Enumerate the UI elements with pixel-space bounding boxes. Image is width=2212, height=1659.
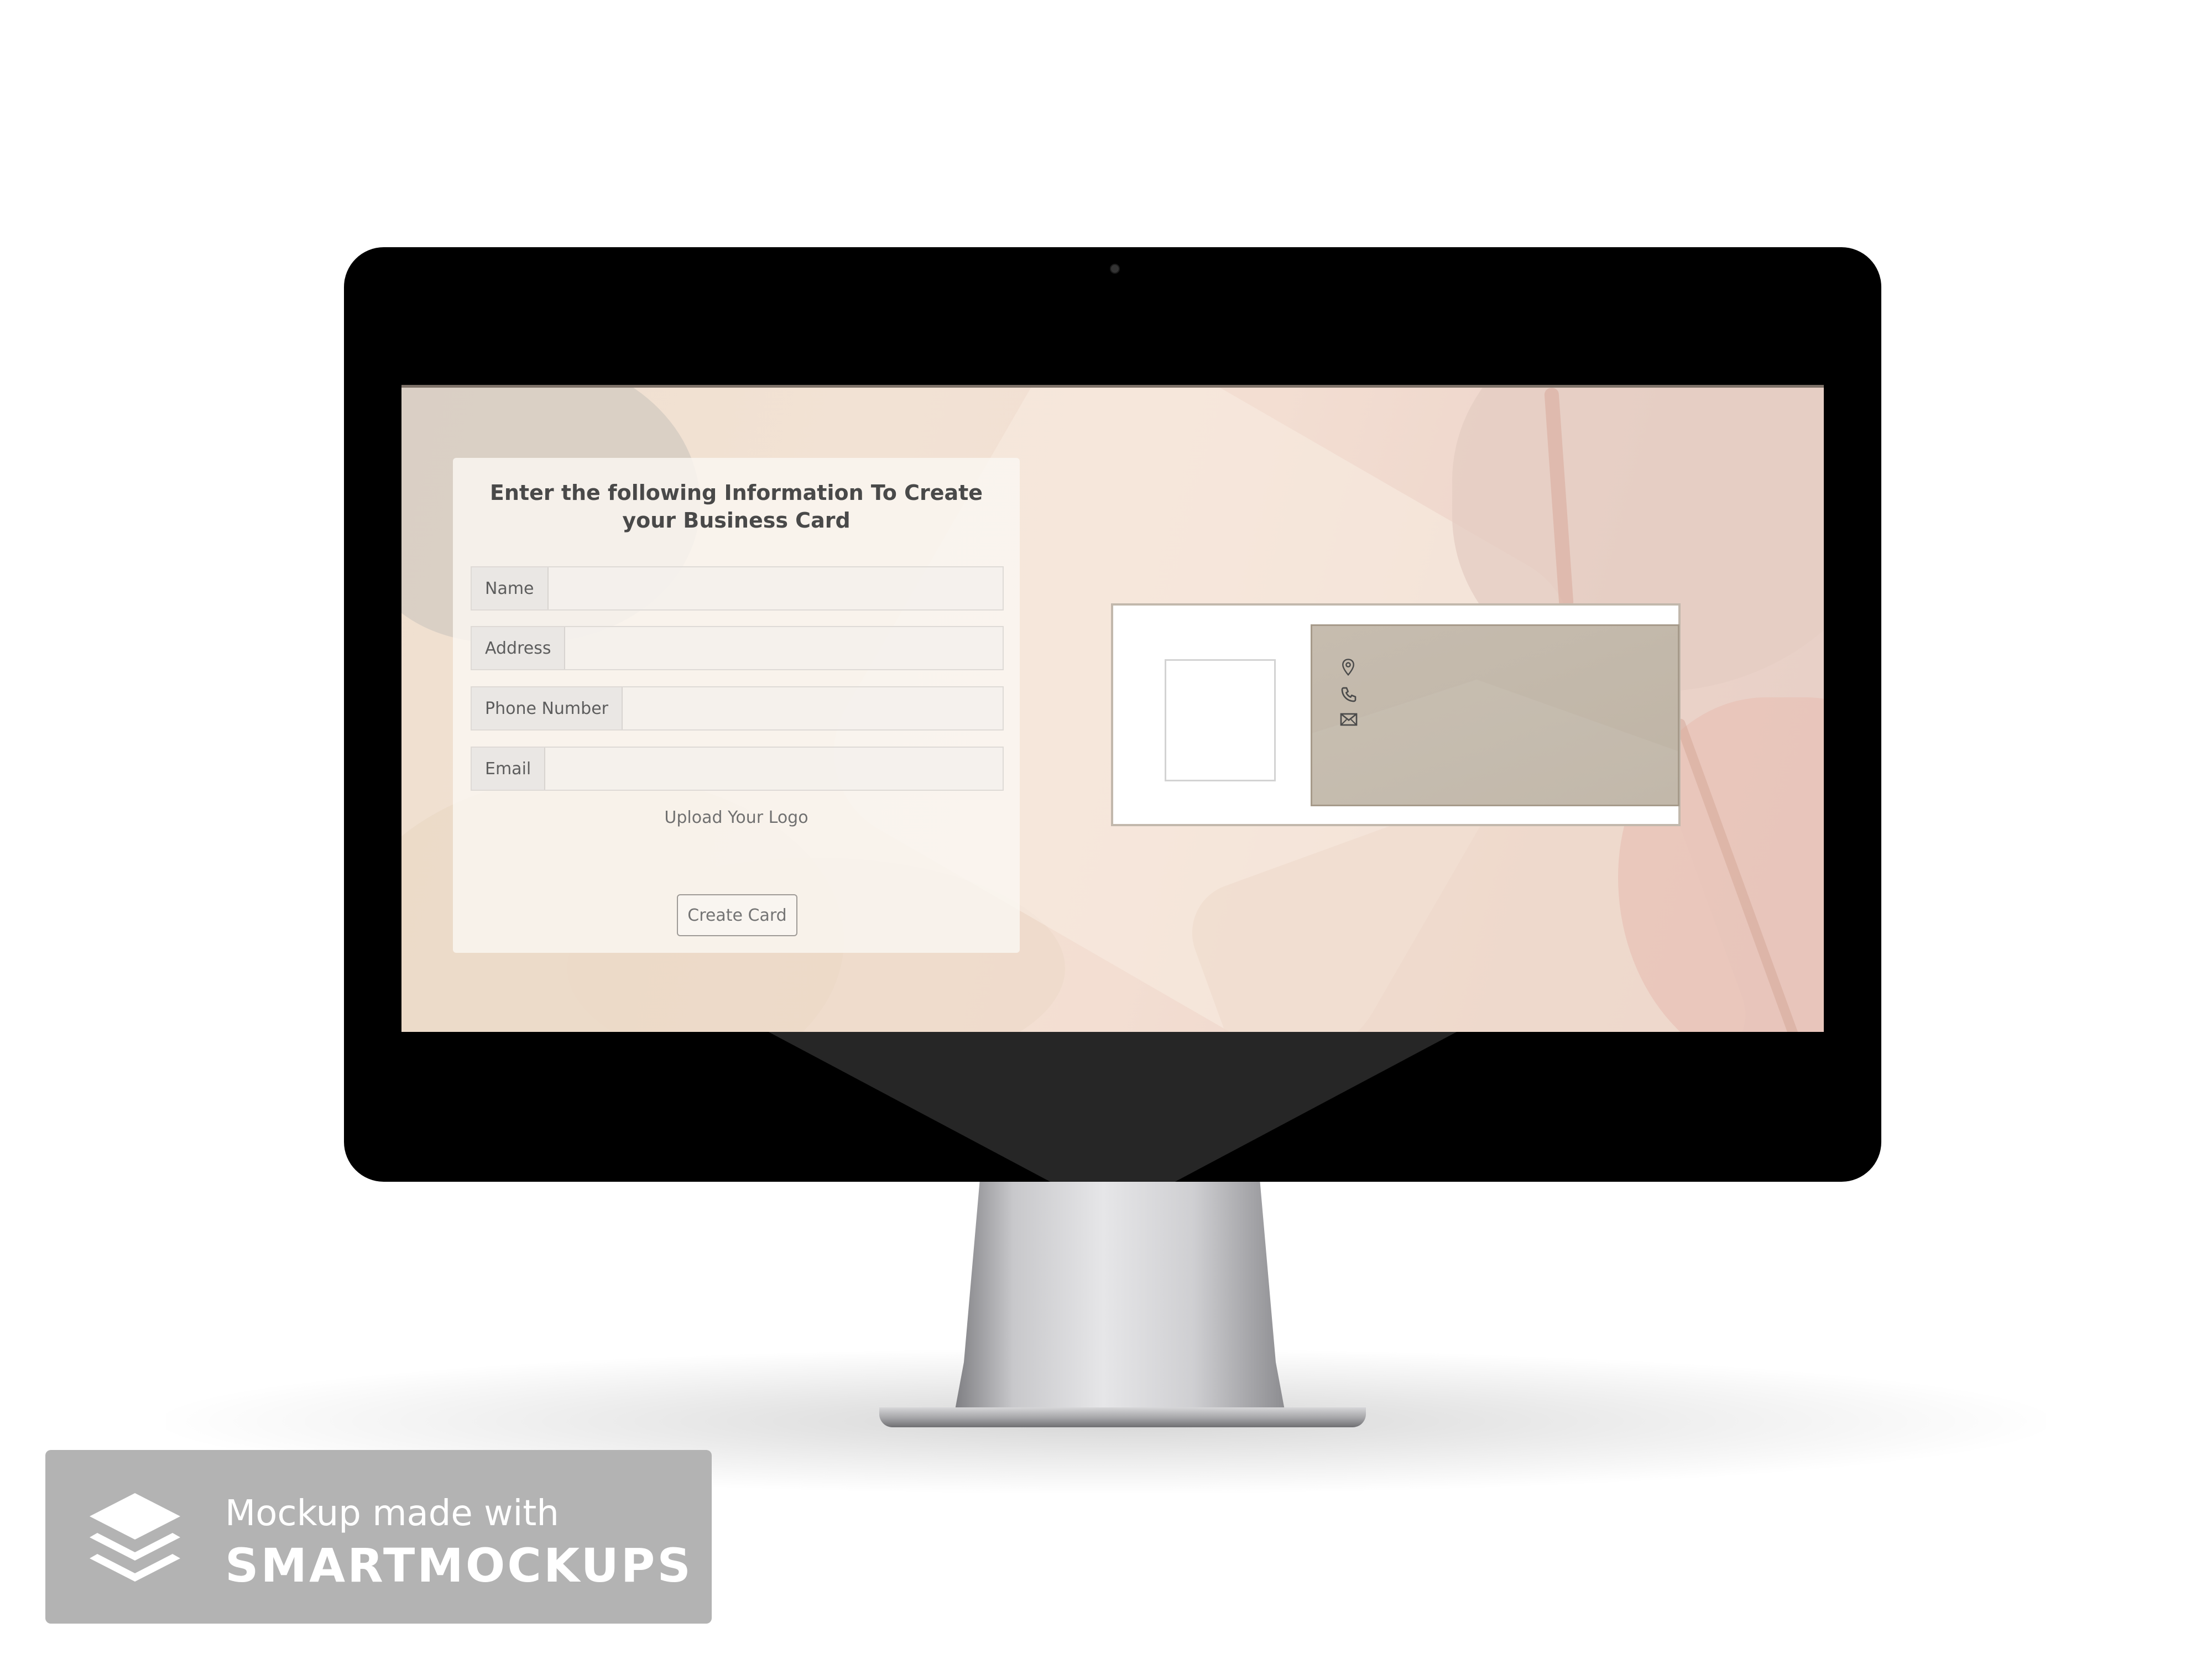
- name-field: Name: [471, 566, 1004, 611]
- camera-icon: [1110, 264, 1120, 274]
- card-icons: [1340, 658, 1358, 735]
- address-input[interactable]: [565, 627, 1003, 669]
- envelope-icon: [1340, 713, 1358, 726]
- monitor-stand-base: [879, 1407, 1366, 1427]
- monitor-stand: [954, 1172, 1286, 1416]
- card-info-area: [1311, 624, 1679, 806]
- layers-logo-icon: [90, 1493, 180, 1582]
- create-card-button[interactable]: Create Card: [677, 894, 797, 936]
- phone-icon: [1341, 687, 1357, 702]
- phone-label: Phone Number: [472, 687, 623, 729]
- watermark-brand: SMARTMOCKUPS: [225, 1538, 693, 1593]
- email-label: Email: [472, 748, 546, 790]
- email-field: Email: [471, 747, 1004, 791]
- logo-placeholder: [1165, 659, 1276, 781]
- phone-input[interactable]: [622, 687, 1003, 729]
- phone-field: Phone Number: [471, 686, 1004, 731]
- business-card-form: Enter the following Information To Creat…: [453, 458, 1020, 953]
- form-title: Enter the following Information To Creat…: [489, 481, 983, 533]
- business-card-preview: [1111, 603, 1681, 826]
- watermark-line1: Mockup made with: [225, 1493, 559, 1534]
- screen: Enter the following Information To Creat…: [401, 385, 1824, 1032]
- email-input[interactable]: [545, 748, 1003, 790]
- upload-logo-link[interactable]: Upload Your Logo: [453, 808, 1020, 827]
- location-pin-icon: [1342, 659, 1354, 676]
- card-decoration: [1312, 679, 1678, 805]
- smartmockups-watermark: Mockup made with SMARTMOCKUPS: [45, 1450, 712, 1624]
- name-input[interactable]: [548, 567, 1003, 609]
- name-label: Name: [472, 567, 549, 609]
- address-field: Address: [471, 626, 1004, 670]
- address-label: Address: [472, 627, 566, 669]
